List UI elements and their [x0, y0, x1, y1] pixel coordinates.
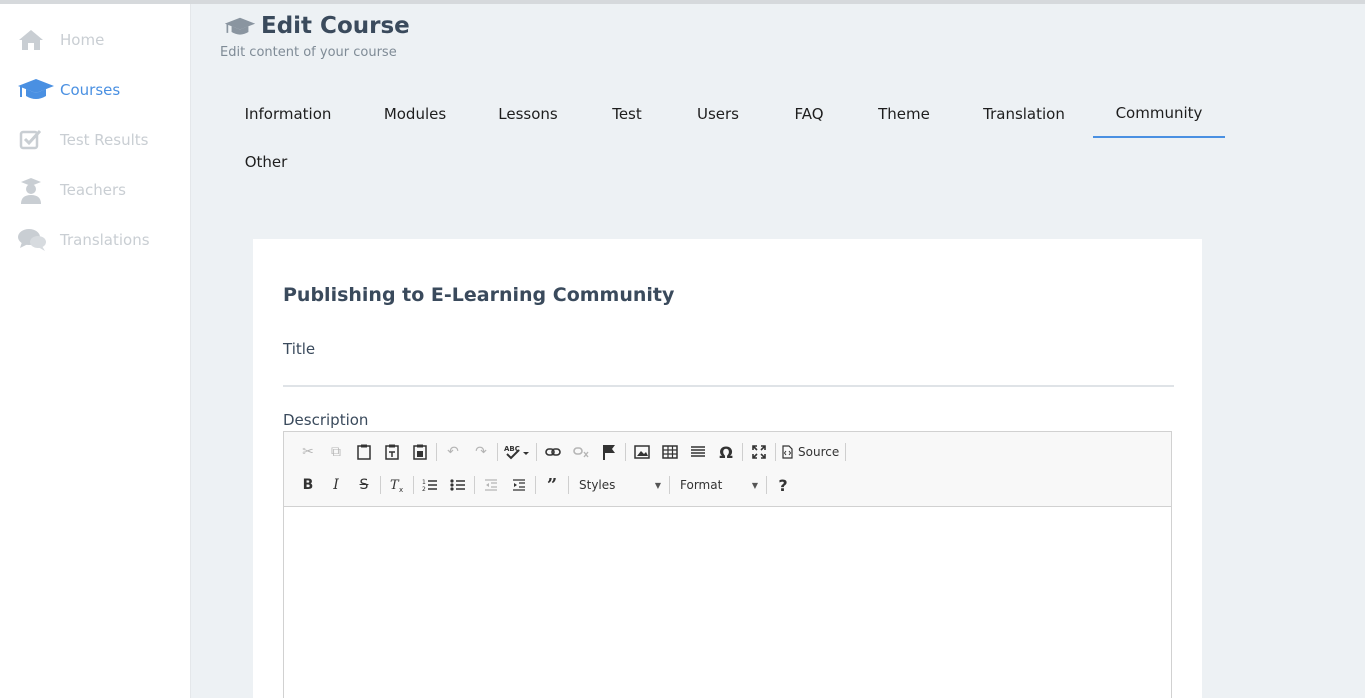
copy-icon[interactable]: ⧉ — [322, 439, 350, 465]
tab-faq[interactable]: FAQ — [780, 90, 838, 138]
image-icon[interactable] — [628, 439, 656, 465]
sidebar-item-translations[interactable]: Translations — [0, 220, 190, 260]
toolbar-separator — [625, 443, 626, 461]
sidebar: Home Courses Test Results Teachers Trans… — [0, 4, 191, 698]
tab-lessons[interactable]: Lessons — [487, 90, 569, 138]
maximize-icon[interactable] — [745, 439, 773, 465]
styles-label: Styles — [579, 478, 616, 492]
spellcheck-icon[interactable]: ABC — [500, 439, 534, 465]
toolbar-separator — [669, 476, 670, 494]
strikethrough-icon[interactable]: S — [350, 472, 378, 498]
link-icon[interactable] — [539, 439, 567, 465]
redo-icon[interactable]: ↷ — [467, 439, 495, 465]
toolbar-separator — [380, 476, 381, 494]
title-label: Title — [283, 340, 316, 358]
tab-theme[interactable]: Theme — [864, 90, 944, 138]
page-title: Edit Course — [261, 13, 410, 39]
tab-community[interactable]: Community — [1093, 90, 1225, 138]
toolbar-separator — [536, 443, 537, 461]
format-label: Format — [680, 478, 723, 492]
bold-icon[interactable]: B — [294, 472, 322, 498]
remove-format-icon[interactable]: Tx — [383, 472, 411, 498]
toolbar-separator — [436, 443, 437, 461]
community-publish-card: Publishing to E-Learning Community Title… — [253, 239, 1202, 698]
source-icon — [782, 445, 793, 459]
teacher-icon — [0, 170, 60, 210]
sidebar-item-label: Test Results — [60, 131, 149, 149]
description-label: Description — [283, 411, 369, 429]
sidebar-item-label: Teachers — [60, 181, 126, 199]
sidebar-item-label: Translations — [60, 231, 150, 249]
bulleted-list-icon[interactable] — [444, 472, 472, 498]
toolbar-separator — [742, 443, 743, 461]
paste-icon[interactable] — [350, 439, 378, 465]
paste-text-icon[interactable] — [378, 439, 406, 465]
italic-icon[interactable]: I — [322, 472, 350, 498]
toolbar-separator — [845, 443, 847, 461]
tab-other[interactable]: Other — [230, 138, 302, 186]
svg-text:x: x — [399, 486, 403, 493]
numbered-list-icon[interactable]: 12 — [416, 472, 444, 498]
caret-down-icon: ▼ — [654, 480, 661, 490]
editor-content-area[interactable] — [284, 507, 1171, 698]
toolbar-separator — [766, 476, 767, 494]
blockquote-icon[interactable]: ” — [538, 472, 566, 498]
cut-icon[interactable]: ✂ — [294, 439, 322, 465]
sidebar-item-teachers[interactable]: Teachers — [0, 170, 190, 210]
special-char-icon[interactable]: Ω — [712, 439, 740, 465]
title-input[interactable] — [283, 357, 1174, 387]
styles-dropdown[interactable]: Styles ▼ — [571, 472, 667, 498]
toolbar-separator — [535, 476, 536, 494]
sidebar-item-label: Home — [60, 31, 105, 49]
format-dropdown[interactable]: Format ▼ — [672, 472, 764, 498]
indent-icon[interactable] — [505, 472, 533, 498]
tab-translation[interactable]: Translation — [972, 90, 1076, 138]
tab-information[interactable]: Information — [230, 90, 346, 138]
svg-text:2: 2 — [422, 486, 426, 492]
source-button[interactable]: Source — [778, 439, 843, 465]
toolbar-row-2: B I S Tx 12 ” Styles ▼ Format ▼ ? — [294, 472, 797, 498]
rich-text-editor: ✂ ⧉ ↶ ↷ ABC Ω Source B I S T x 1 2 ” Sty… — [283, 431, 1172, 698]
graduation-cap-icon — [224, 16, 256, 42]
source-label: Source — [798, 445, 840, 459]
tab-users[interactable]: Users — [684, 90, 752, 138]
outdent-icon[interactable] — [477, 472, 505, 498]
toolbar-separator — [474, 476, 475, 494]
paste-word-icon[interactable] — [406, 439, 434, 465]
sidebar-item-home[interactable]: Home — [0, 20, 190, 60]
tab-test[interactable]: Test — [598, 90, 656, 138]
sidebar-item-label: Courses — [60, 81, 121, 99]
section-heading: Publishing to E-Learning Community — [283, 284, 675, 306]
unlink-icon[interactable] — [567, 439, 595, 465]
graduation-cap-icon — [0, 70, 60, 110]
undo-icon[interactable]: ↶ — [439, 439, 467, 465]
sidebar-item-test-results[interactable]: Test Results — [0, 120, 190, 160]
toolbar-row-1: ✂ ⧉ ↶ ↷ ABC Ω Source — [294, 439, 848, 465]
caret-down-icon: ▼ — [751, 480, 758, 490]
page-subtitle: Edit content of your course — [220, 45, 397, 60]
checkbox-icon — [0, 120, 60, 160]
tab-modules[interactable]: Modules — [372, 90, 458, 138]
toolbar-separator — [413, 476, 414, 494]
horizontal-rule-icon[interactable] — [684, 439, 712, 465]
toolbar-separator — [775, 443, 776, 461]
chat-bubbles-icon — [0, 220, 60, 260]
toolbar-separator — [497, 443, 498, 461]
editor-toolbar: ✂ ⧉ ↶ ↷ ABC Ω Source B I S T x 1 2 ” Sty… — [284, 432, 1171, 507]
window-top-border — [0, 0, 1365, 4]
svg-text:1: 1 — [422, 479, 426, 486]
toolbar-separator — [568, 476, 569, 494]
home-icon — [0, 20, 60, 60]
table-icon[interactable] — [656, 439, 684, 465]
sidebar-item-courses[interactable]: Courses — [0, 70, 190, 110]
help-icon[interactable]: ? — [769, 472, 797, 498]
anchor-flag-icon[interactable] — [595, 439, 623, 465]
